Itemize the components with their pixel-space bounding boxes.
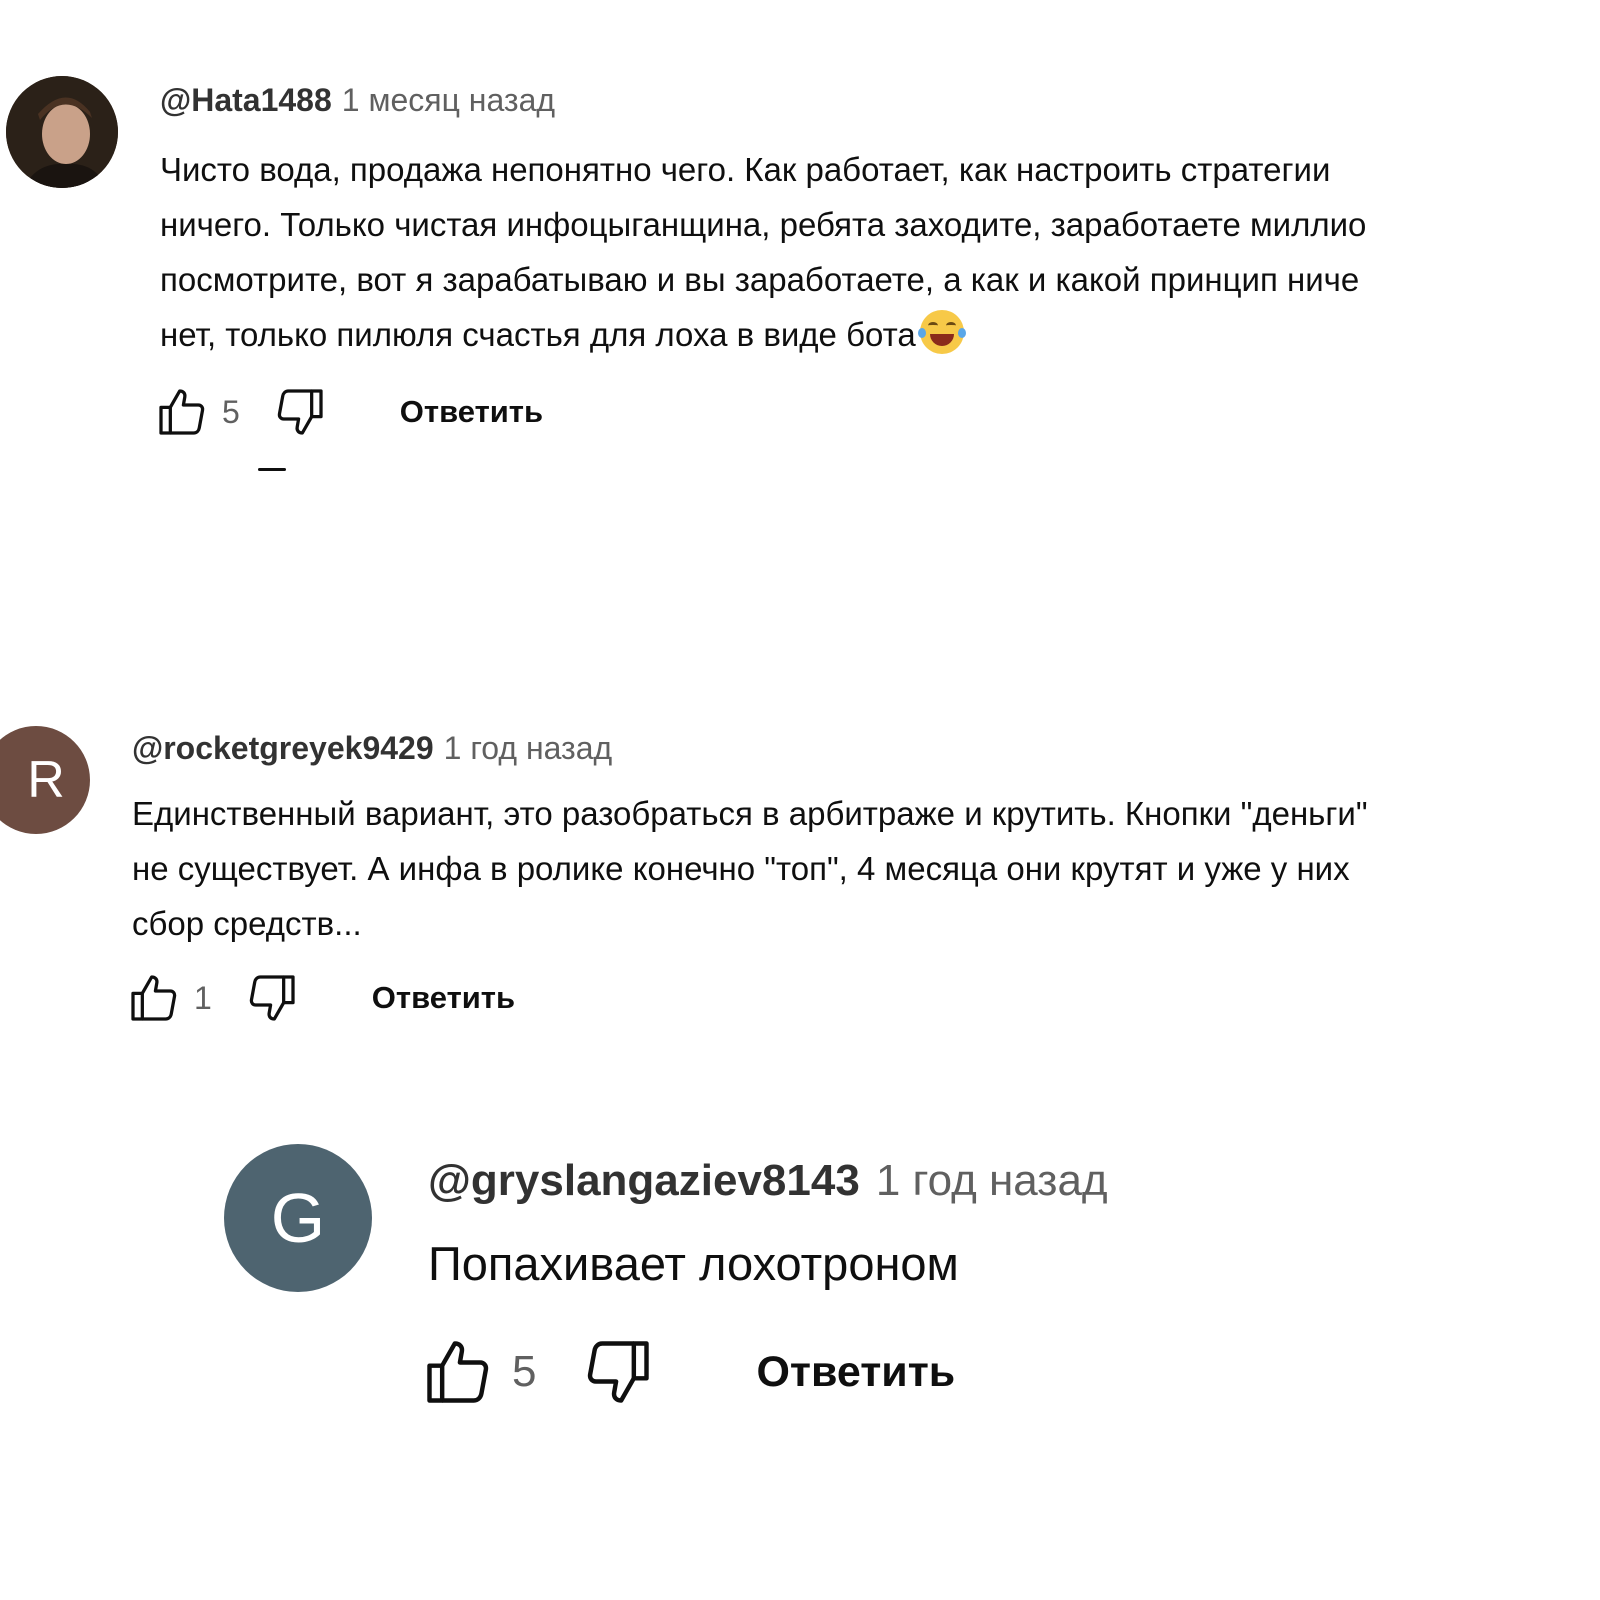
face-with-tears-of-joy-icon: [917, 310, 966, 354]
comment-actions: 5 Ответить: [154, 384, 543, 440]
divider: [258, 468, 286, 471]
comment-timestamp[interactable]: 1 год назад: [876, 1156, 1108, 1205]
comment-actions: 1 Ответить: [126, 970, 515, 1026]
comment-text-line: посмотрите, вот я зарабатываю и вы зараб…: [160, 261, 1360, 298]
avatar-letter: G: [270, 1179, 326, 1257]
comment-author[interactable]: @gryslangaziev8143: [428, 1156, 860, 1205]
comment-text-line: ничего. Только чистая инфоцыганщина, реб…: [160, 206, 1367, 243]
thumbs-down-icon[interactable]: [272, 384, 328, 440]
comment-text-line: Попахивает лохотроном: [428, 1237, 959, 1290]
comment-timestamp[interactable]: 1 месяц назад: [342, 82, 555, 118]
comment-text-line: не существует. А инфа в ролике конечно "…: [132, 850, 1350, 887]
comment-text-line-with-emoji: нет, только пилюля счастья для лоха в ви…: [160, 307, 1366, 362]
thumbs-up-icon[interactable]: [126, 970, 182, 1026]
comment-text-line: сбор средств...: [132, 905, 362, 942]
comment-author[interactable]: @Hata1488: [160, 82, 332, 118]
reply-button[interactable]: Ответить: [756, 1348, 955, 1397]
comment-actions: 5 Ответить: [420, 1334, 955, 1410]
avatar[interactable]: [6, 76, 118, 188]
comment-timestamp[interactable]: 1 год назад: [444, 730, 613, 766]
like-count: 5: [512, 1347, 537, 1396]
like-count: 5: [222, 393, 240, 430]
comment-text-line: нет, только пилюля счастья для лоха в ви…: [160, 316, 916, 353]
reply-button[interactable]: Ответить: [400, 394, 543, 430]
avatar[interactable]: R: [0, 726, 90, 834]
comment-text: Чисто вода, продажа непонятно чего. Как …: [160, 142, 1366, 362]
comment-header: @Hata1488 1 месяц назад: [160, 82, 555, 119]
comment-header: @rocketgreyek9429 1 год назад: [132, 730, 612, 767]
avatar-photo-icon: [6, 76, 118, 188]
comment-text-line: Единственный вариант, это разобраться в …: [132, 795, 1368, 832]
thumbs-up-icon[interactable]: [154, 384, 210, 440]
comment-header: @gryslangaziev8143 1 год назад: [428, 1156, 1108, 1206]
thumbs-up-icon[interactable]: [420, 1334, 496, 1410]
thumbs-down-icon[interactable]: [580, 1334, 656, 1410]
like-count: 1: [194, 979, 212, 1016]
comment-text-line: Чисто вода, продажа непонятно чего. Как …: [160, 151, 1331, 188]
thumbs-down-icon[interactable]: [244, 970, 300, 1026]
avatar-letter: R: [27, 751, 65, 809]
reply-button[interactable]: Ответить: [372, 980, 515, 1016]
comment-author[interactable]: @rocketgreyek9429: [132, 730, 434, 766]
comment-text: Единственный вариант, это разобраться в …: [132, 786, 1368, 951]
comment-text: Попахивает лохотроном: [428, 1234, 959, 1294]
avatar[interactable]: G: [224, 1144, 372, 1292]
